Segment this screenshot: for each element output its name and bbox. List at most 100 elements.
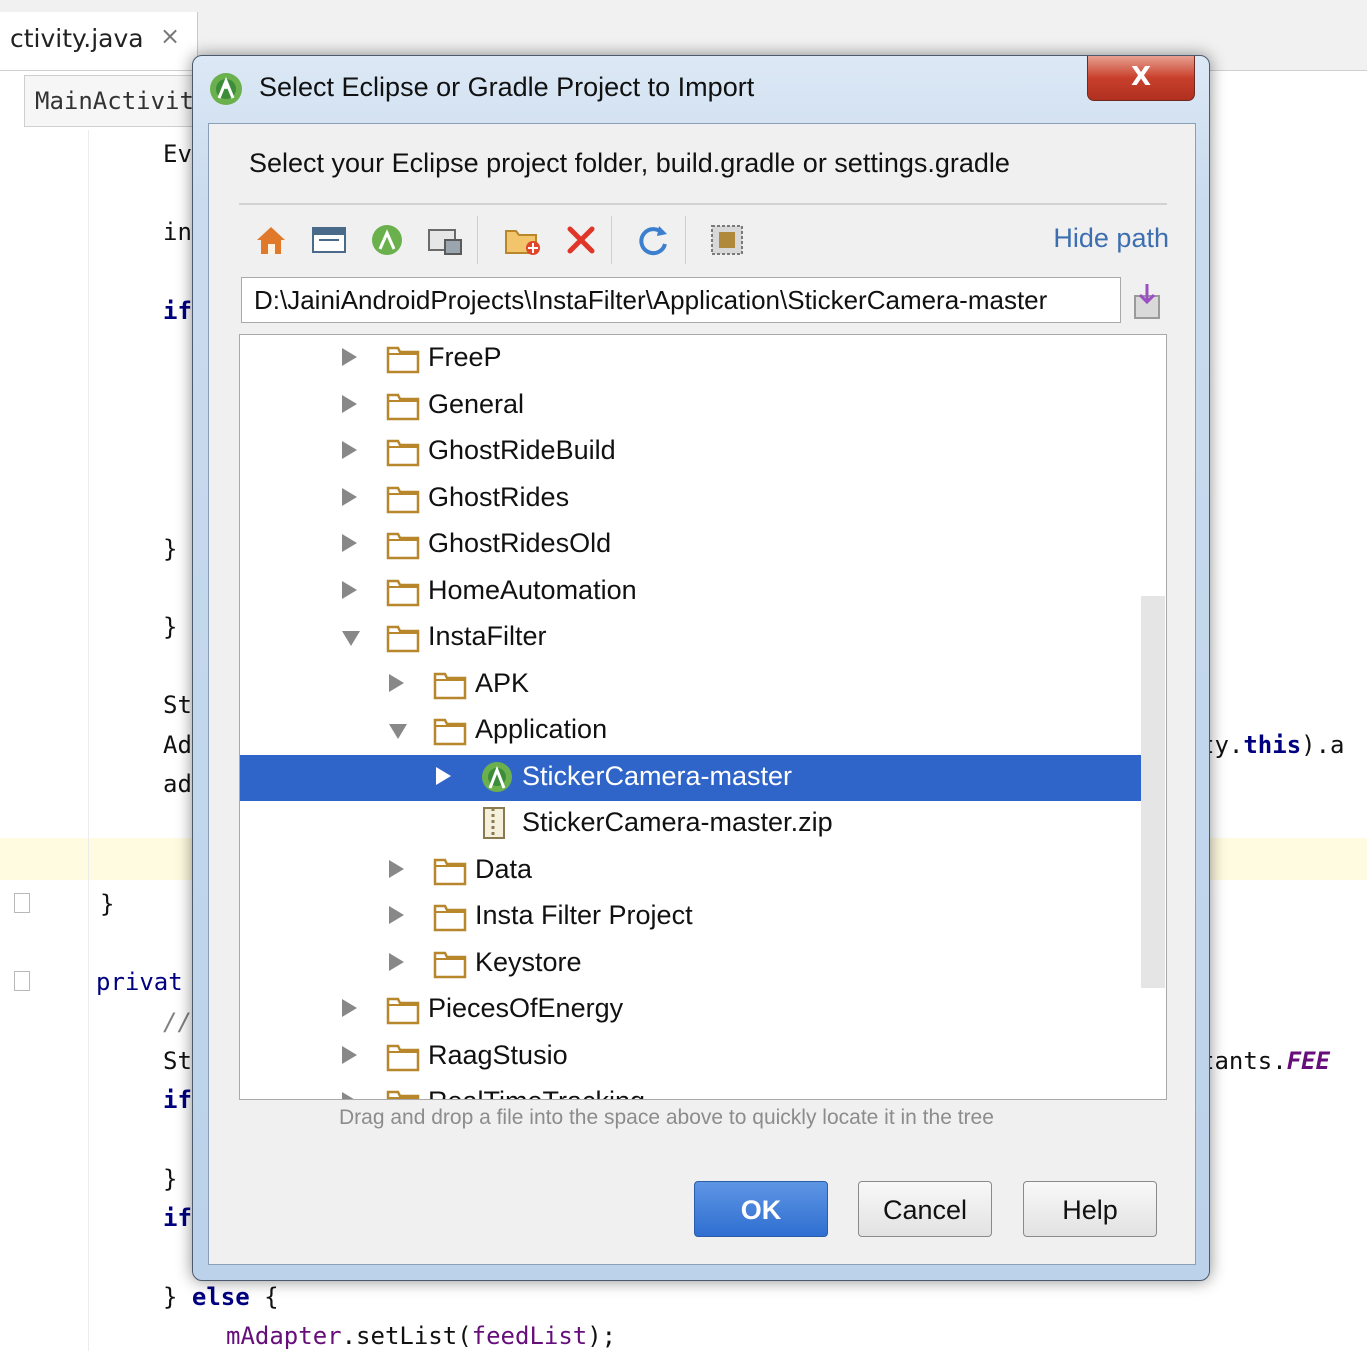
collapse-arrow-icon[interactable] (389, 906, 404, 924)
fold-marker[interactable] (14, 971, 30, 991)
code-line: } (163, 613, 178, 641)
tree-row-label: GhostRides (428, 481, 570, 512)
collapse-arrow-icon[interactable] (342, 441, 357, 459)
collapse-arrow-icon[interactable] (342, 1092, 357, 1099)
toolbar-separator (685, 216, 686, 264)
tree-row-label: Keystore (475, 946, 582, 977)
tree-row[interactable]: HomeAutomation (240, 569, 1162, 615)
tree-row[interactable]: Data (240, 848, 1162, 894)
tree-row-label: GhostRideBuild (428, 435, 616, 465)
home-icon (257, 227, 285, 254)
collapse-arrow-icon[interactable] (389, 952, 404, 971)
ok-button[interactable]: OK (694, 1181, 828, 1237)
folder-icon (386, 532, 420, 560)
tree-row-label: StickerCamera-master.zip (522, 807, 833, 837)
collapse-arrow-icon[interactable] (342, 487, 357, 506)
code-arg: feedList (471, 1322, 588, 1350)
tree-row-label: RaagStusio (428, 1039, 568, 1070)
tree-row[interactable]: Insta Filter Project (240, 894, 1162, 940)
android-project-icon (482, 761, 512, 792)
cancel-button[interactable]: Cancel (858, 1181, 992, 1237)
expand-arrow-icon[interactable] (389, 724, 407, 739)
tree-row[interactable]: StickerCamera-master.zip (240, 801, 1162, 847)
folder-icon (433, 858, 467, 885)
code-line: Ev (163, 140, 192, 168)
tree-row[interactable]: General (240, 383, 1162, 429)
new-folder-button[interactable] (501, 218, 545, 262)
desktop-button[interactable] (307, 218, 351, 262)
expand-arrow-icon[interactable] (342, 631, 360, 646)
code-constant: FEE (1286, 1047, 1331, 1075)
collapse-arrow-icon[interactable] (342, 394, 357, 413)
tree-scrollbar-thumb[interactable] (1141, 596, 1165, 988)
tree-row[interactable]: Keystore (240, 941, 1162, 987)
tree-row[interactable]: GhostRides (240, 476, 1162, 522)
collapse-arrow-icon[interactable] (342, 580, 357, 599)
folder-icon (386, 393, 420, 420)
show-hidden-button[interactable] (705, 218, 749, 262)
module-button[interactable] (423, 218, 467, 262)
file-chooser-toolbar: Hide path (239, 210, 1169, 270)
desktop-icon (312, 227, 346, 253)
download-icon (1134, 284, 1160, 319)
refresh-button[interactable] (631, 218, 675, 262)
tree-row[interactable]: Application (240, 708, 1162, 754)
code-line: } (163, 535, 178, 563)
hide-path-link[interactable]: Hide path (1053, 223, 1169, 254)
tree-row-label: RealTimeTracking (428, 1086, 645, 1099)
code-line: Ad (163, 731, 192, 759)
code-line: in (163, 218, 192, 246)
show-hidden-icon (711, 225, 743, 255)
delete-icon (567, 226, 595, 254)
code-keyword: else (191, 1283, 250, 1311)
path-history-button[interactable] (1127, 279, 1167, 323)
tree-row[interactable]: RealTimeTracking (240, 1080, 1162, 1099)
tree-row[interactable]: RaagStusio (240, 1034, 1162, 1080)
project-button[interactable] (365, 218, 409, 262)
code-call: .setList( (341, 1322, 472, 1350)
tab-close-icon[interactable]: × (160, 22, 180, 50)
path-field[interactable]: D:\JainiAndroidProjects\InstaFilter\Appl… (241, 277, 1121, 323)
tree-row[interactable]: StickerCamera-master (240, 754, 1162, 801)
code-fragment-right: ty.this).a (1200, 731, 1345, 759)
toolbar-separator (611, 216, 612, 264)
collapse-arrow-icon[interactable] (342, 534, 357, 552)
code-text: ).a (1301, 731, 1345, 759)
editor-tab-mainactivity[interactable]: ctivity.java × (0, 12, 198, 70)
collapse-arrow-icon[interactable] (389, 673, 404, 692)
home-button[interactable] (249, 218, 293, 262)
code-line: privat (96, 968, 183, 996)
tree-row-label: HomeAutomation (428, 574, 637, 605)
collapse-arrow-icon[interactable] (342, 1045, 357, 1064)
file-tree[interactable]: FreeP General GhostRideBuild GhostRides Ghos… (239, 334, 1167, 1100)
tree-row[interactable]: FreeP (240, 336, 1162, 382)
code-line-else: } else { (163, 1283, 279, 1311)
collapse-arrow-icon[interactable] (436, 766, 451, 785)
tree-row[interactable]: GhostRideBuild (240, 429, 1162, 475)
code-brace: { (264, 1283, 279, 1311)
folder-icon (386, 439, 420, 467)
tree-row[interactable]: PiecesOfEnergy (240, 987, 1162, 1033)
collapse-arrow-icon[interactable] (342, 999, 357, 1017)
folder-icon (386, 1090, 420, 1099)
import-project-dialog: Select Eclipse or Gradle Project to Impo… (192, 55, 1210, 1281)
code-line: if (163, 1086, 192, 1114)
tree-row-label: FreeP (428, 342, 502, 372)
divider (239, 203, 1167, 205)
code-comment: // (163, 1008, 192, 1036)
tree-row[interactable]: InstaFilter (240, 615, 1162, 661)
tree-row[interactable]: APK (240, 662, 1162, 708)
collapse-arrow-icon[interactable] (389, 859, 404, 878)
help-button[interactable]: Help (1023, 1181, 1157, 1237)
tree-row[interactable]: GhostRidesOld (240, 522, 1162, 568)
folder-icon (386, 1044, 420, 1071)
folder-icon (386, 486, 420, 513)
tree-row-label: General (428, 388, 525, 419)
collapse-arrow-icon[interactable] (342, 348, 357, 366)
fold-marker[interactable] (14, 893, 30, 913)
android-studio-logo-icon (210, 73, 242, 105)
code-fragment-right: tants.FEE (1200, 1047, 1330, 1075)
delete-button[interactable] (559, 218, 603, 262)
project-icon (372, 225, 402, 255)
close-button[interactable]: X (1087, 56, 1195, 101)
